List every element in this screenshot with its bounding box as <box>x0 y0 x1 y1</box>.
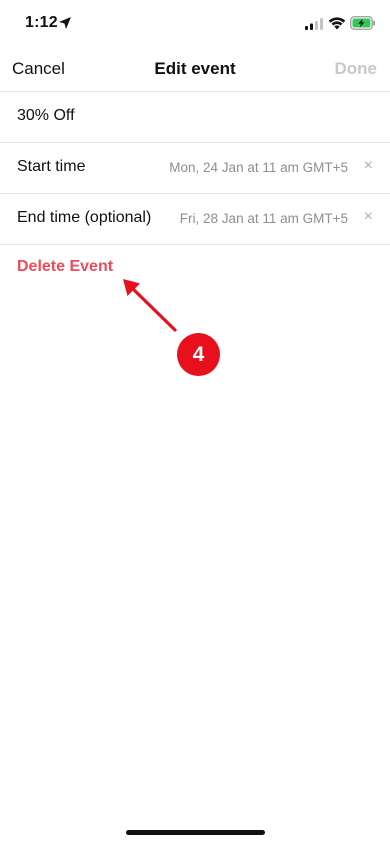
step-number-badge: 4 <box>177 333 220 376</box>
done-button[interactable]: Done <box>335 59 378 79</box>
battery-charging-icon <box>350 16 375 30</box>
status-bar: 1:12 <box>0 0 390 48</box>
nav-bar: Cancel Edit event Done <box>0 48 390 92</box>
start-time-value: Mon, 24 Jan at 11 am GMT+5 <box>169 160 348 175</box>
wifi-icon <box>328 17 346 30</box>
clear-end-time-icon[interactable]: × <box>364 208 373 226</box>
event-title-value: 30% Off <box>17 107 75 124</box>
event-title-field[interactable]: 30% Off <box>0 92 390 143</box>
location-arrow-icon <box>59 17 71 29</box>
delete-event-button[interactable]: Delete Event <box>17 258 113 276</box>
home-indicator <box>126 830 265 835</box>
end-time-row[interactable]: End time (optional) Fri, 28 Jan at 11 am… <box>0 194 390 245</box>
start-time-label: Start time <box>17 158 86 175</box>
status-time: 1:12 <box>25 14 58 31</box>
event-form: 30% Off Start time Mon, 24 Jan at 11 am … <box>0 92 390 245</box>
annotation-arrow-icon <box>123 279 177 332</box>
end-time-label: End time (optional) <box>17 209 152 226</box>
page-title: Edit event <box>154 59 236 78</box>
end-time-value: Fri, 28 Jan at 11 am GMT+5 <box>179 211 348 226</box>
clear-start-time-icon[interactable]: × <box>364 157 373 175</box>
cellular-signal-icon <box>305 18 323 30</box>
start-time-row[interactable]: Start time Mon, 24 Jan at 11 am GMT+5 × <box>0 143 390 194</box>
